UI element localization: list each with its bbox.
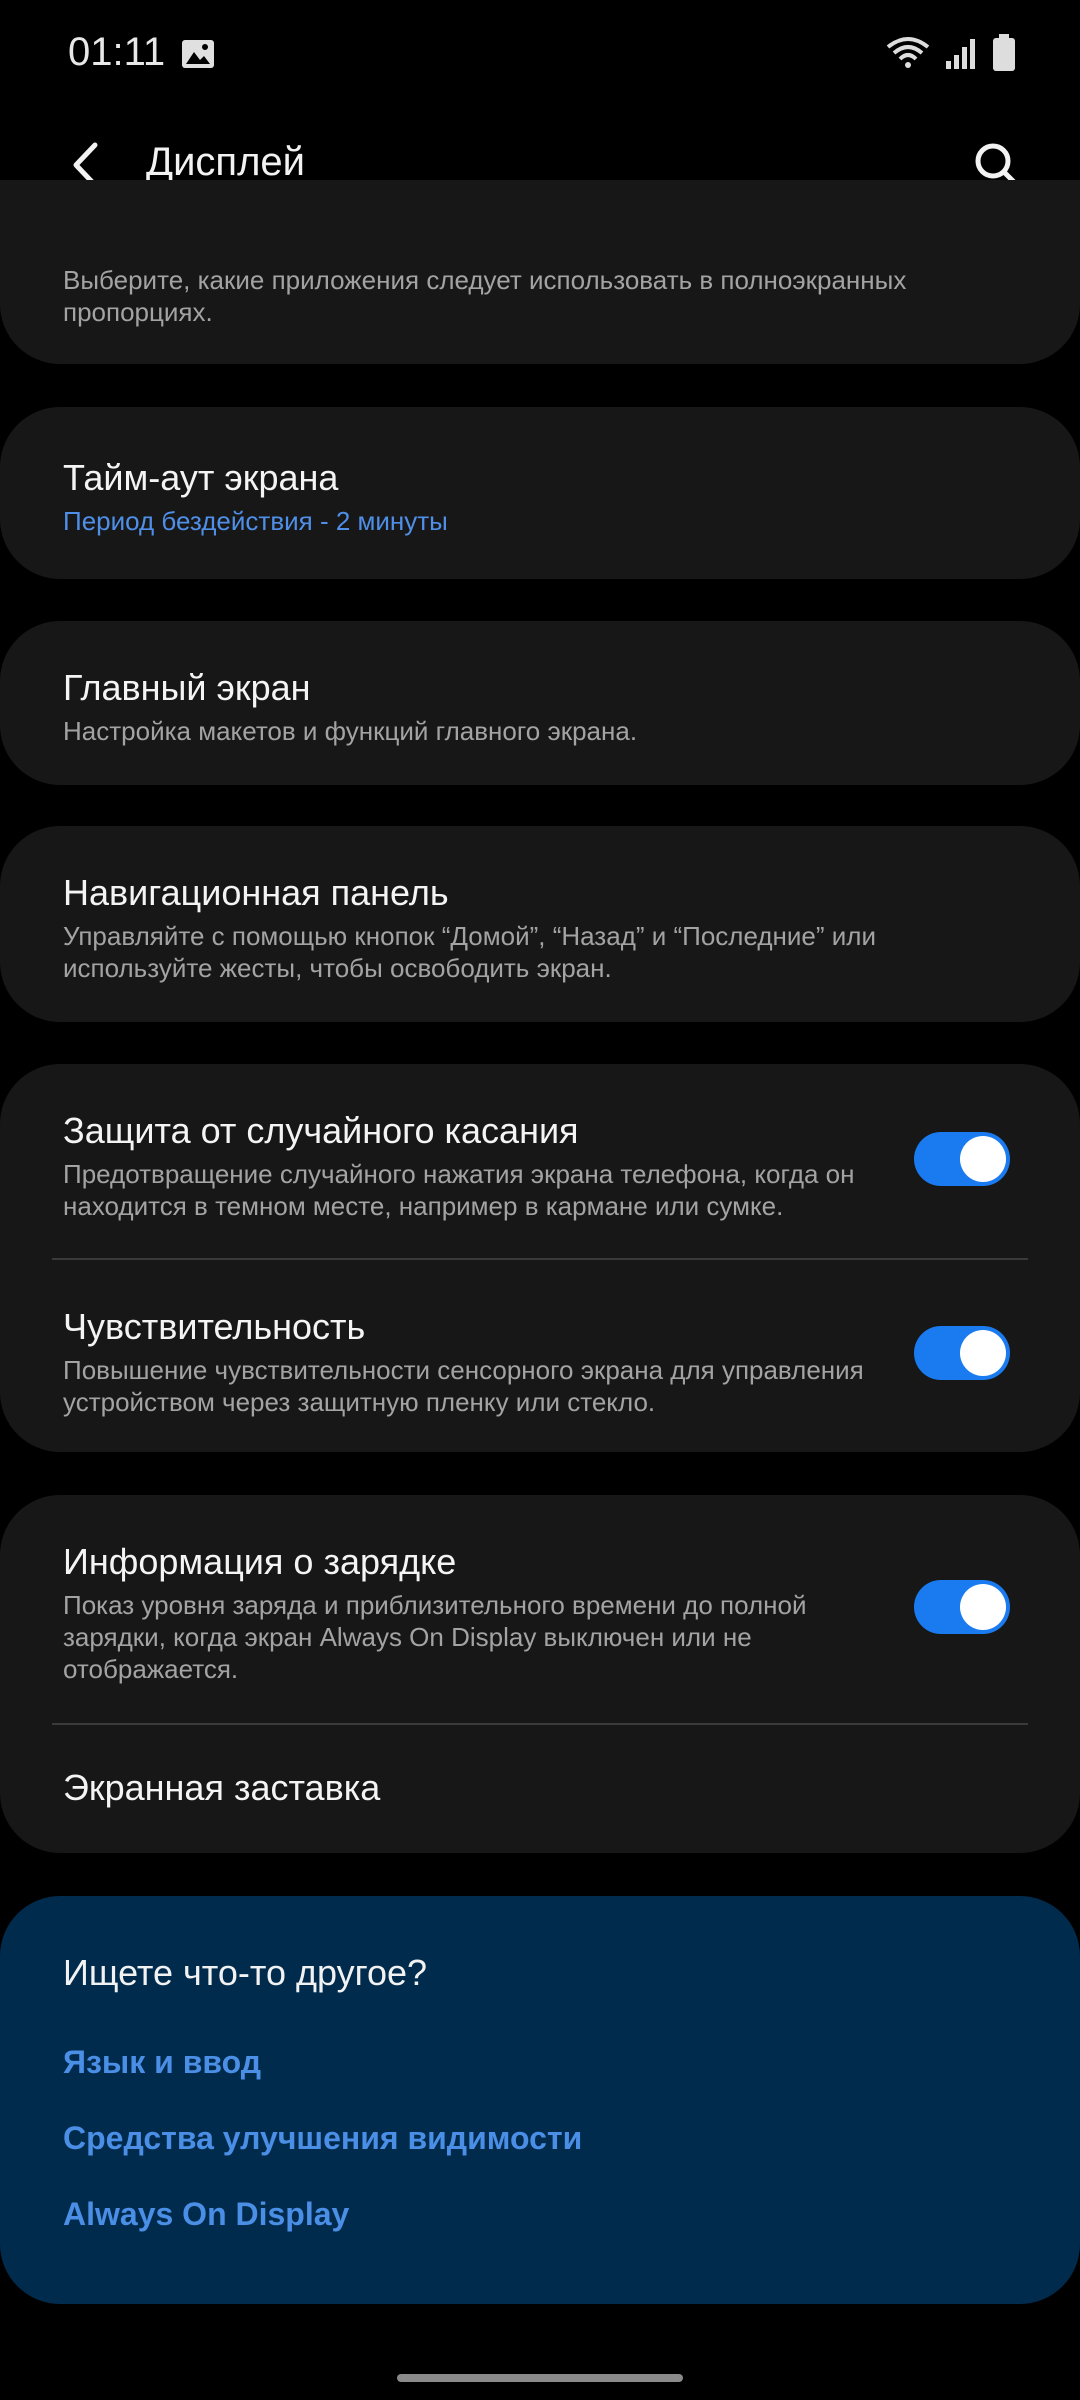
looking-for-more-title: Ищете что-то другое? (63, 1952, 428, 1993)
setting-screensaver[interactable]: Экранная заставка (0, 1725, 1080, 1853)
setting-touch-sensitivity[interactable]: Чувствительность Повышение чувствительно… (0, 1260, 1080, 1452)
setting-title: Экранная заставка (63, 1767, 381, 1808)
link-language-input[interactable]: Язык и ввод (63, 2044, 261, 2081)
toggle-knob (960, 1584, 1006, 1630)
status-bar: 01:11 (0, 0, 1080, 110)
link-visibility-enhancements[interactable]: Средства улучшения видимости (63, 2120, 582, 2157)
charging-info-toggle[interactable] (914, 1580, 1010, 1634)
page-title: Дисплей (146, 140, 306, 184)
accidental-touch-toggle[interactable] (914, 1132, 1010, 1186)
status-icons (886, 34, 1016, 72)
setting-full-screen-apps[interactable]: Выберите, какие приложения следует испол… (0, 180, 1080, 364)
setting-title: Главный экран (63, 667, 311, 708)
toggle-knob (960, 1330, 1006, 1376)
signal-icon (946, 39, 975, 69)
setting-title: Чувствительность (63, 1306, 366, 1347)
touch-sensitivity-toggle[interactable] (914, 1326, 1010, 1380)
setting-charging-info[interactable]: Информация о зарядке Показ уровня заряда… (0, 1495, 1080, 1723)
gesture-handle[interactable] (397, 2374, 683, 2382)
wifi-icon (886, 37, 930, 68)
setting-subtitle: Период бездействия - 2 минуты (63, 506, 448, 536)
link-always-on-display[interactable]: Always On Display (63, 2196, 349, 2233)
status-time: 01:11 (68, 30, 166, 74)
battery-icon (993, 34, 1015, 71)
setting-screen-timeout[interactable]: Тайм-аут экрана Период бездействия - 2 м… (0, 407, 1080, 579)
setting-subtitle: Выберите, какие приложения следует испол… (63, 265, 907, 327)
toggle-knob (960, 1136, 1006, 1182)
setting-subtitle: Повышение чувствительности сенсорного эк… (63, 1355, 864, 1417)
setting-navigation-bar[interactable]: Навигационная панель Управляйте с помощь… (0, 826, 1080, 1022)
setting-subtitle: Управляйте с помощью кнопок “Домой”, “На… (63, 921, 876, 983)
touch-settings-group: Защита от случайного касания Предотвраще… (0, 1064, 1080, 1452)
setting-subtitle: Предотвращение случайного нажатия экрана… (63, 1159, 855, 1221)
setting-title: Информация о зарядке (63, 1541, 457, 1582)
setting-subtitle: Настройка макетов и функций главного экр… (63, 716, 638, 746)
setting-home-screen[interactable]: Главный экран Настройка макетов и функци… (0, 621, 1080, 785)
charging-settings-group: Информация о зарядке Показ уровня заряда… (0, 1495, 1080, 1853)
setting-accidental-touch[interactable]: Защита от случайного касания Предотвраще… (0, 1064, 1080, 1258)
setting-subtitle: Показ уровня заряда и приблизительного в… (63, 1590, 807, 1684)
setting-title: Навигационная панель (63, 872, 449, 913)
setting-title: Тайм-аут экрана (63, 457, 339, 498)
looking-for-more-card: Ищете что-то другое? Язык и ввод Средств… (0, 1896, 1080, 2304)
setting-title: Защита от случайного касания (63, 1110, 579, 1151)
image-notification-icon (182, 40, 214, 68)
